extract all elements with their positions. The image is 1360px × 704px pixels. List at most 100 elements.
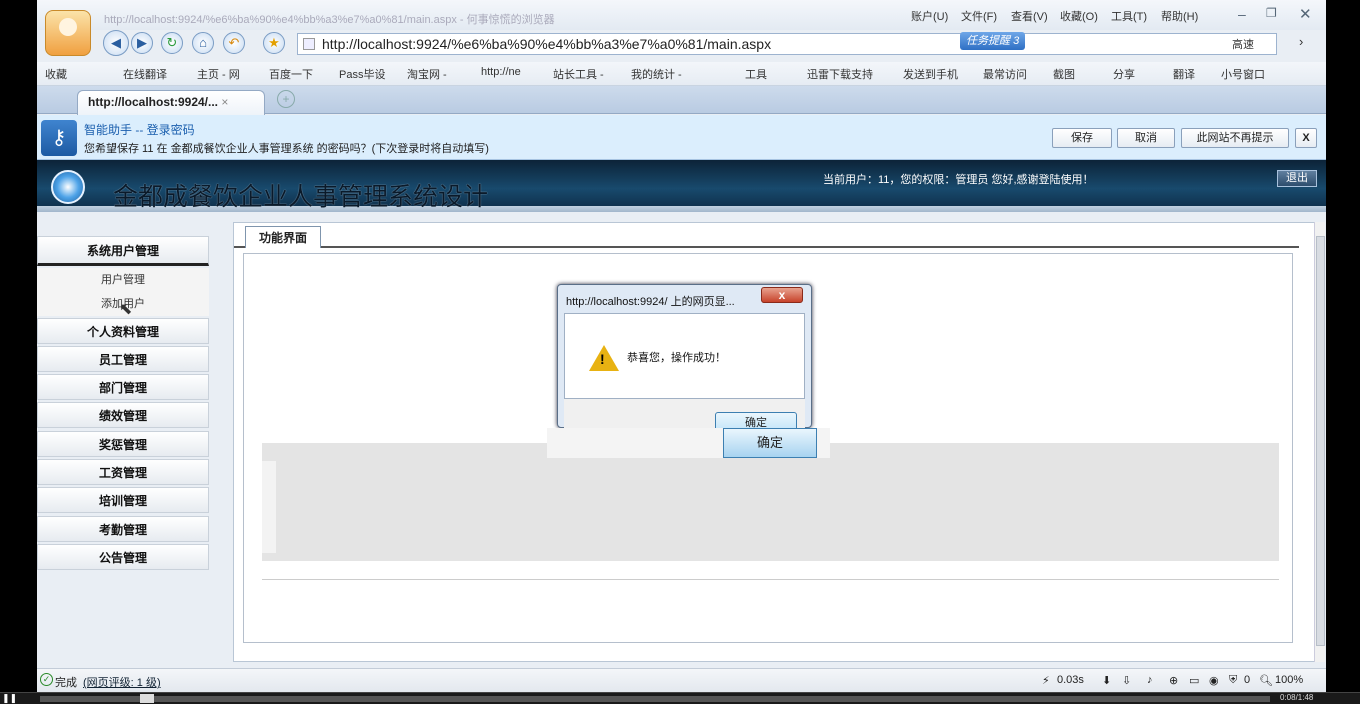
check-icon: ✓ [40, 673, 53, 686]
page-icon [303, 38, 315, 50]
task-label: 任务提醒 [966, 35, 1010, 47]
fav-tools[interactable]: 工具 [745, 66, 767, 82]
menu-tools[interactable]: 工具(T) [1111, 8, 1147, 24]
content-tab-line [234, 246, 1299, 248]
window-title: http://localhost:9924/%e6%ba%90%e4%bb%a3… [104, 14, 555, 26]
address-bar[interactable]: http://localhost:9924/%e6%ba%90%e4%bb%a3… [297, 33, 1277, 55]
sidebar-group-system-users[interactable]: 系统用户管理 [37, 236, 209, 266]
chevron-right-icon[interactable]: › [1299, 34, 1303, 49]
user-avatar-icon[interactable] [45, 10, 91, 56]
undo-icon[interactable]: ↶ [223, 32, 245, 54]
ok-button-large[interactable]: 确定 [723, 428, 817, 458]
notif-close-button[interactable]: X [1295, 128, 1317, 148]
menu-help[interactable]: 帮助(H) [1161, 8, 1198, 24]
fav-home[interactable]: 主页 - 网 [197, 66, 240, 82]
sidebar-group-notice[interactable]: 公告管理 [37, 544, 209, 570]
app-title: 金都成餐饮企业人事管理系统设计 [113, 184, 489, 211]
status-bar [37, 668, 1326, 692]
user-info: 当前用户：11，您的权限：管理员 您好,感谢登陆使用！ [823, 174, 1094, 186]
download-icon[interactable]: ⬇ [1102, 674, 1111, 687]
notif-cancel-button[interactable]: 取消 [1117, 128, 1175, 148]
home-icon[interactable]: ⌂ [192, 32, 214, 54]
fav-most-visited[interactable]: 最常访问 [983, 66, 1027, 82]
bolt-icon: ⚡ [1042, 675, 1050, 687]
sidebar-group-profile[interactable]: 个人资料管理 [37, 318, 209, 344]
sidebar-item-user-manage[interactable]: 用户管理 [37, 268, 209, 292]
restore-icon[interactable]: ❐ [1266, 6, 1277, 20]
right-black-margin [1326, 0, 1360, 692]
close-tab-icon[interactable]: × [221, 95, 228, 109]
fav-taobao[interactable]: 淘宝网 - [407, 66, 447, 82]
divider [262, 579, 1279, 580]
zoom-icon[interactable]: 🔍︎ [1259, 674, 1273, 687]
fav-send-phone[interactable]: 发送到手机 [903, 66, 958, 82]
eye-icon[interactable]: ◉ [1209, 674, 1219, 687]
fav-pass[interactable]: Pass毕设 [339, 66, 385, 82]
fav-baidu[interactable]: 百度一下 [269, 66, 313, 82]
fav-stats[interactable]: 我的统计 - [631, 66, 682, 82]
dialog-message: 恭喜您，操作成功！ [627, 352, 726, 364]
dialog-close-button[interactable]: x [761, 287, 803, 303]
menu-file[interactable]: 文件(F) [961, 8, 997, 24]
load-time: 0.03s [1057, 674, 1084, 686]
speed-mode[interactable]: 高速 [1232, 36, 1254, 52]
menu-account[interactable]: 账户(U) [911, 8, 948, 24]
task-count: 3 [1013, 35, 1020, 47]
browser-window: http://localhost:9924/%e6%ba%90%e4%bb%a3… [37, 0, 1326, 692]
notif-title: 智能助手 -- 登录密码 [84, 123, 195, 137]
fav-share[interactable]: 分享 [1113, 66, 1135, 82]
notif-text: 您希望保存 11 在 金都成餐饮企业人事管理系统 的密码吗？(下次登录时将自动填… [84, 143, 489, 155]
page-rating-link[interactable]: (网页评级: 1 级) [83, 674, 161, 690]
pause-icon[interactable]: ❚❚ [2, 693, 17, 704]
sidebar-group-attendance[interactable]: 考勤管理 [37, 516, 209, 542]
menu-favorites[interactable]: 收藏(O) [1060, 8, 1098, 24]
seek-thumb[interactable] [140, 694, 154, 703]
window-icon[interactable]: ▭ [1189, 674, 1199, 687]
seek-bar[interactable] [40, 696, 1270, 702]
forward-icon[interactable]: ▶ [131, 32, 153, 54]
sidebar-group-training[interactable]: 培训管理 [37, 487, 209, 513]
warning-mark: ! [600, 351, 605, 367]
fav-thunder[interactable]: 迅雷下载支持 [807, 66, 873, 82]
status-done: 完成 [55, 677, 77, 689]
tab-title: http://localhost:9924/... [88, 95, 219, 109]
fav-translate2[interactable]: 翻译 [1173, 66, 1195, 82]
fav-http[interactable]: http://ne [481, 66, 521, 78]
fav-small-window[interactable]: 小号窗口 [1221, 66, 1265, 82]
sidebar-group-staff[interactable]: 员工管理 [37, 346, 209, 372]
star-icon[interactable]: ★ [263, 32, 285, 54]
arrow-down-icon[interactable]: ⇩ [1122, 674, 1131, 687]
shield-icon[interactable]: ⛨ [1229, 674, 1237, 687]
lock-icon[interactable]: ⊕ [1169, 674, 1178, 687]
browser-tab[interactable]: http://localhost:9924/... × [77, 90, 265, 115]
task-reminder[interactable]: 任务提醒 3 [960, 32, 1026, 50]
video-player-bar: ❚❚ 0:08/1:48 [0, 692, 1360, 704]
back-icon[interactable]: ◀ [103, 30, 129, 56]
sidebar-group-reward[interactable]: 奖惩管理 [37, 431, 209, 457]
refresh-icon[interactable]: ↻ [161, 32, 183, 54]
menu-view[interactable]: 查看(V) [1011, 8, 1048, 24]
tab-function[interactable]: 功能界面 [245, 226, 321, 248]
mouse-cursor-icon: ⬉ [119, 301, 133, 318]
fav-screenshot[interactable]: 截图 [1053, 66, 1075, 82]
dialog-title: http://localhost:9924/ 上的网页显... [566, 296, 735, 308]
fav-translate[interactable]: 在线翻译 [123, 66, 167, 82]
notif-save-button[interactable]: 保存 [1052, 128, 1112, 148]
notif-never-button[interactable]: 此网站不再提示 [1181, 128, 1289, 148]
new-tab-icon[interactable]: + [277, 90, 295, 108]
speaker-icon[interactable]: ♪ [1147, 674, 1153, 686]
fav-collect[interactable]: 收藏 [45, 66, 67, 82]
sidebar-group-dept[interactable]: 部门管理 [37, 374, 209, 400]
sidebar-group-performance[interactable]: 绩效管理 [37, 402, 209, 428]
shield-count: 0 [1244, 674, 1251, 686]
left-black-margin [0, 0, 37, 692]
close-window-icon[interactable]: ✕ [1299, 5, 1312, 23]
key-icon: ⚷ [41, 120, 77, 156]
fav-webmaster[interactable]: 站长工具 - [553, 66, 604, 82]
minimize-icon[interactable]: – [1238, 6, 1246, 22]
logout-button[interactable]: 退出 [1277, 170, 1317, 187]
content-gray-block [262, 443, 1279, 561]
zoom-level[interactable]: 100% [1275, 674, 1303, 686]
scrollbar[interactable] [1314, 222, 1325, 662]
sidebar-group-salary[interactable]: 工资管理 [37, 459, 209, 485]
